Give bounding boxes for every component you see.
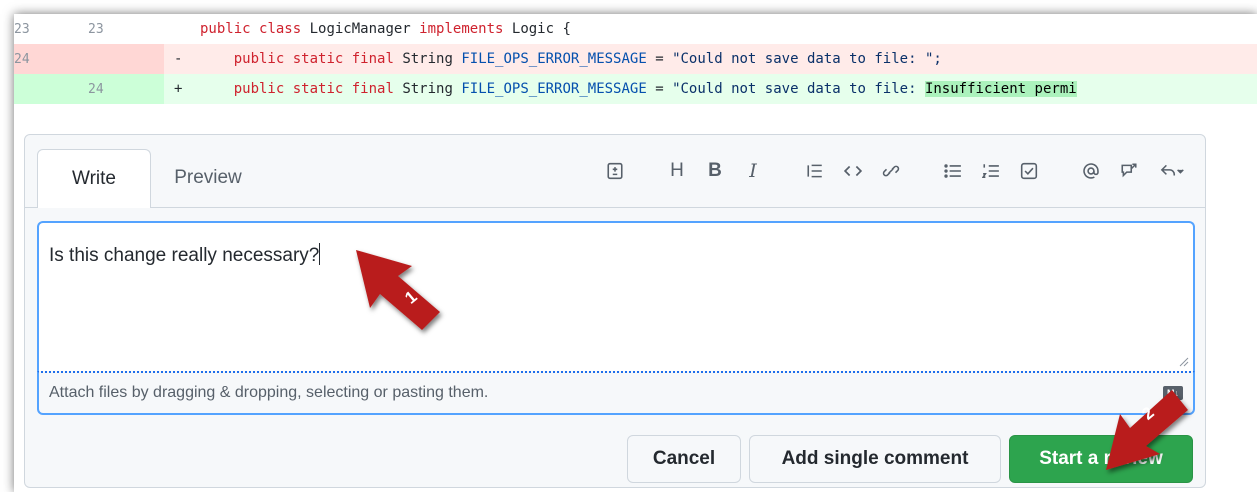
start-review-button[interactable]: Start a review [1009,435,1193,483]
old-line-number[interactable]: 23 [14,14,88,44]
code-token: FILE_OPS_ERROR_MESSAGE [461,51,647,67]
form-actions: Cancel Add single comment Start a review [627,435,1193,483]
new-line-number[interactable] [88,44,164,74]
code-token: static [292,51,352,67]
mention-icon[interactable] [1073,153,1109,189]
resize-handle-icon[interactable] [1179,357,1189,367]
old-line-number[interactable]: 24 [14,44,88,74]
code-token: String [402,51,462,67]
comment-textarea[interactable]: Is this change really necessary? [37,221,1195,371]
old-line-number[interactable] [14,74,88,104]
add-single-comment-button[interactable]: Add single comment [749,435,1001,483]
link-icon[interactable] [873,153,909,189]
markdown-toolbar: H B I [597,151,1195,191]
saved-replies-icon[interactable] [1149,153,1195,189]
markdown-icon[interactable]: M↓ [1163,386,1183,400]
code-line: public static final String FILE_OPS_ERRO… [200,51,942,67]
diff-row-addition: 24 + public static final String FILE_OPS… [14,74,1257,104]
code-token: = [646,81,673,97]
code-token: Logic { [511,21,571,37]
code-token: FILE_OPS_ERROR_MESSAGE [461,81,647,97]
comment-form: Write Preview H B I Is this change reall… [24,134,1206,488]
attach-files-text: Attach files by dragging & dropping, sel… [49,384,489,401]
heading-icon[interactable]: H [659,153,695,189]
code-token: "Could not save data to file: "; [672,51,942,67]
comment-text: Is this change really necessary? [49,245,320,266]
quote-icon[interactable] [797,153,833,189]
text-cursor [319,243,321,265]
diff-row-deletion: 24 - public static final String FILE_OPS… [14,44,1257,74]
tab-bar: Write Preview [37,149,265,208]
code-token: Insufficient permi [924,81,1077,97]
code-token: final [351,81,403,97]
bold-icon[interactable]: B [697,153,733,189]
file-attachment-bar[interactable]: Attach files by dragging & dropping, sel… [37,371,1195,415]
tab-preview[interactable]: Preview [151,149,265,207]
tab-write[interactable]: Write [37,149,151,208]
unordered-list-icon[interactable] [935,153,971,189]
diff-sign: + [174,81,183,97]
ordered-list-icon[interactable] [973,153,1009,189]
tab-divider [25,207,1205,208]
code-line: public class LogicManager implements Log… [200,21,571,37]
new-line-number[interactable]: 23 [88,14,164,44]
diff-view: 23 23 public class LogicManager implement… [14,14,1257,104]
italic-icon[interactable]: I [735,153,771,189]
suggestion-icon[interactable] [597,153,633,189]
code-token: static [292,81,352,97]
diff-sign: - [174,51,183,67]
code-token: public [200,21,260,37]
screenshot-frame: 23 23 public class LogicManager implement… [14,14,1257,492]
code-icon[interactable] [835,153,871,189]
code-token: String [402,81,462,97]
diff-row-context: 23 23 public class LogicManager implement… [14,14,1257,44]
task-list-icon[interactable] [1011,153,1047,189]
code-token: "Could not save data to file: [672,81,925,97]
code-token: final [351,51,403,67]
code-token: public [233,81,293,97]
code-token: LogicManager [309,21,420,37]
cancel-button[interactable]: Cancel [627,435,741,483]
code-token: public [233,51,293,67]
code-token: implements [419,21,512,37]
reference-icon[interactable] [1111,153,1147,189]
code-line: public static final String FILE_OPS_ERRO… [200,81,1077,97]
code-token: = [646,51,673,67]
new-line-number[interactable]: 24 [88,74,164,104]
code-token: class [259,21,310,37]
